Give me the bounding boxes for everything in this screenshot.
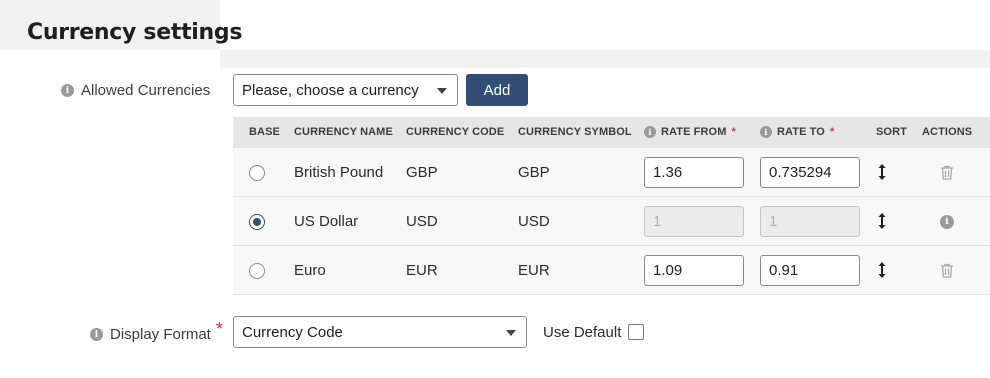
- currency-symbol: EUR: [518, 262, 550, 279]
- info-icon[interactable]: i: [760, 126, 772, 138]
- header-rate-to-text: RATE TO: [777, 126, 825, 138]
- allowed-currencies-label: i Allowed Currencies: [61, 82, 210, 99]
- rate-to-input[interactable]: 0.735294: [760, 157, 860, 188]
- info-icon[interactable]: i: [940, 215, 954, 229]
- header-base: BASE: [249, 126, 280, 138]
- rate-from-input[interactable]: 1.36: [644, 157, 744, 188]
- display-format-select-value: Currency Code: [242, 323, 343, 341]
- use-default-checkbox[interactable]: [628, 324, 644, 340]
- header-currency-name: CURRENCY NAME: [294, 126, 393, 138]
- header-currency-symbol: CURRENCY SYMBOL: [518, 126, 632, 138]
- allowed-currencies-label-text: Allowed Currencies: [81, 82, 211, 99]
- currency-code: EUR: [406, 262, 438, 279]
- currency-symbol: GBP: [518, 164, 550, 181]
- base-radio[interactable]: [249, 165, 265, 181]
- page-title: Currency settings: [27, 20, 243, 45]
- required-mark: *: [215, 319, 223, 339]
- required-mark: *: [829, 126, 835, 138]
- panel-header-corner: [0, 50, 220, 68]
- table-header: BASE CURRENCY NAME CURRENCY CODE CURRENC…: [233, 117, 990, 148]
- currency-name: US Dollar: [294, 213, 359, 230]
- currency-settings-panel: Currency settings i Allowed Currencies P…: [0, 0, 990, 378]
- use-default-label: Use Default: [543, 324, 622, 341]
- currency-name: British Pound: [294, 164, 384, 181]
- display-format-label: i Display Format *: [90, 319, 223, 345]
- header-rate-from: i RATE FROM *: [644, 126, 736, 138]
- trash-icon[interactable]: [940, 165, 954, 180]
- table-row: British Pound GBP GBP 1.36 0.735294: [233, 148, 990, 197]
- currency-code: USD: [406, 213, 438, 230]
- chevron-down-icon: [437, 88, 447, 94]
- header-actions: ACTIONS: [922, 126, 973, 138]
- info-icon[interactable]: i: [90, 328, 103, 341]
- table-row: US Dollar USD USD 1 1 i: [233, 197, 990, 246]
- header-sort: SORT: [876, 126, 907, 138]
- add-currency-button[interactable]: Add: [466, 74, 528, 106]
- currency-name: Euro: [294, 262, 326, 279]
- info-icon[interactable]: i: [644, 126, 656, 138]
- rate-to-input[interactable]: 0.91: [760, 255, 860, 286]
- sort-arrows-icon[interactable]: [877, 163, 887, 181]
- table-row: Euro EUR EUR 1.09 0.91: [233, 246, 990, 295]
- base-radio[interactable]: [249, 263, 265, 279]
- required-mark: *: [731, 126, 736, 138]
- currency-select[interactable]: Please, choose a currency: [233, 74, 458, 106]
- display-format-select[interactable]: Currency Code: [233, 316, 527, 348]
- panel-header-strip: [220, 0, 990, 50]
- currency-table: BASE CURRENCY NAME CURRENCY CODE CURRENC…: [233, 117, 990, 295]
- header-currency-code: CURRENCY CODE: [406, 126, 505, 138]
- info-icon[interactable]: i: [61, 84, 74, 97]
- currency-symbol: USD: [518, 213, 550, 230]
- rate-from-input[interactable]: 1.09: [644, 255, 744, 286]
- rate-to-input: 1: [760, 206, 860, 237]
- sort-arrows-icon[interactable]: [877, 261, 887, 279]
- rate-from-input: 1: [644, 206, 744, 237]
- trash-icon[interactable]: [940, 263, 954, 278]
- display-format-label-text: Display Format: [110, 326, 211, 343]
- header-rate-to: i RATE TO *: [760, 126, 834, 138]
- chevron-down-icon: [506, 330, 516, 336]
- currency-code: GBP: [406, 164, 438, 181]
- sort-arrows-icon[interactable]: [877, 212, 887, 230]
- currency-select-value: Please, choose a currency: [242, 81, 419, 99]
- header-rate-from-text: RATE FROM: [661, 126, 727, 138]
- base-radio[interactable]: [249, 214, 265, 230]
